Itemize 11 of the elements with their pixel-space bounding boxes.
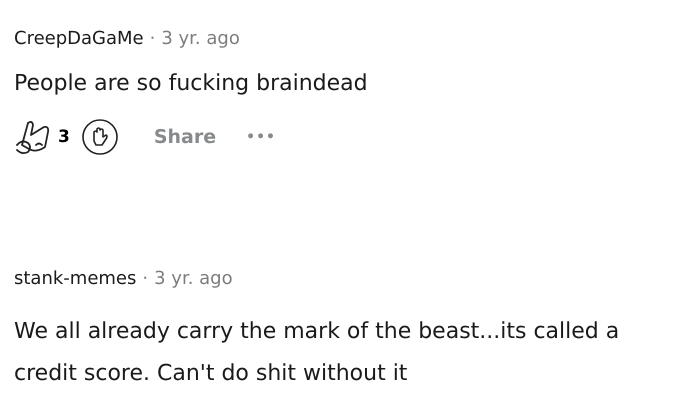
vote-count: 3 bbox=[58, 127, 70, 147]
award-icon[interactable] bbox=[80, 117, 120, 157]
comment-author[interactable]: CreepDaGaMe bbox=[14, 28, 144, 49]
comment-text: We all already carry the mark of the beast...its called a credit score. Can't do shit without it bbox=[14, 318, 620, 388]
comment-author[interactable]: stank-memes bbox=[14, 268, 136, 289]
comment-time: 3 yr. ago bbox=[161, 28, 240, 49]
separator-dot: · bbox=[150, 28, 156, 49]
comment-time: 3 yr. ago bbox=[154, 268, 233, 289]
hand-icon[interactable] bbox=[14, 119, 52, 155]
separator-dot: · bbox=[142, 268, 148, 289]
comment-text: People are so fucking braindead bbox=[14, 70, 369, 98]
